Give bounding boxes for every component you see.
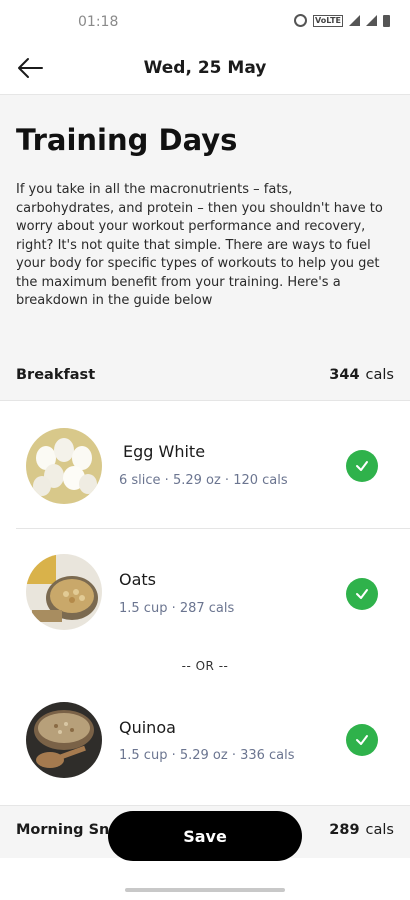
status-bar: 01:18 VoLTE bbox=[0, 0, 410, 44]
meal-calories: 344 cals bbox=[329, 367, 394, 383]
intro-description: If you take in all the macronutrients – … bbox=[16, 182, 383, 308]
check-button[interactable] bbox=[346, 724, 378, 756]
signal-icon bbox=[349, 15, 360, 26]
food-item-egg-white[interactable]: Egg White 6 slice · 5.29 oz · 120 cals bbox=[0, 420, 410, 510]
check-button[interactable] bbox=[346, 578, 378, 610]
save-button[interactable]: Save bbox=[108, 811, 302, 861]
app-bar: Wed, 25 May bbox=[0, 44, 410, 95]
food-meta: 1.5 cup · 287 cals bbox=[119, 601, 235, 616]
meal-calories-unit: cals bbox=[365, 367, 394, 383]
food-item-oats[interactable]: Oats 1.5 cup · 287 cals bbox=[0, 548, 410, 638]
battery-icon bbox=[383, 14, 390, 27]
quinoa-image bbox=[26, 702, 102, 778]
oats-image bbox=[26, 554, 102, 630]
wifi-icon bbox=[366, 15, 377, 26]
checkmark-icon bbox=[356, 461, 368, 471]
divider bbox=[0, 400, 410, 401]
status-time: 01:18 bbox=[78, 14, 119, 30]
food-meta: 6 slice · 5.29 oz · 120 cals bbox=[119, 473, 288, 488]
food-name: Quinoa bbox=[119, 718, 176, 737]
meal-header-breakfast: Breakfast 344 cals bbox=[16, 367, 394, 383]
food-name: Egg White bbox=[123, 442, 206, 461]
meal-name: Breakfast bbox=[16, 367, 96, 383]
meal-calories-value: 344 bbox=[329, 367, 360, 383]
gesture-nav-handle[interactable] bbox=[125, 888, 285, 892]
volte-icon: VoLTE bbox=[313, 14, 343, 27]
egg-white-image bbox=[26, 428, 102, 504]
check-button[interactable] bbox=[346, 450, 378, 482]
food-name: Oats bbox=[119, 570, 157, 589]
meal-calories: 289 cals bbox=[329, 822, 394, 838]
divider bbox=[16, 528, 410, 529]
intro-section: Training Days If you take in all the mac… bbox=[0, 95, 410, 400]
meal-calories-value: 289 bbox=[329, 822, 360, 838]
checkmark-icon bbox=[356, 589, 368, 599]
meal-name: Morning Sn bbox=[16, 822, 110, 838]
alarm-icon bbox=[294, 14, 308, 27]
food-item-quinoa[interactable]: Quinoa 1.5 cup · 5.29 oz · 336 cals bbox=[0, 696, 410, 786]
food-meta: 1.5 cup · 5.29 oz · 336 cals bbox=[119, 748, 295, 763]
page-date-title: Wed, 25 May bbox=[143, 58, 267, 78]
status-icons: VoLTE bbox=[294, 14, 390, 27]
page-title: Training Days bbox=[16, 123, 238, 157]
or-separator: -- OR -- bbox=[181, 659, 229, 673]
checkmark-icon bbox=[356, 735, 368, 745]
meal-calories-unit: cals bbox=[365, 822, 394, 838]
